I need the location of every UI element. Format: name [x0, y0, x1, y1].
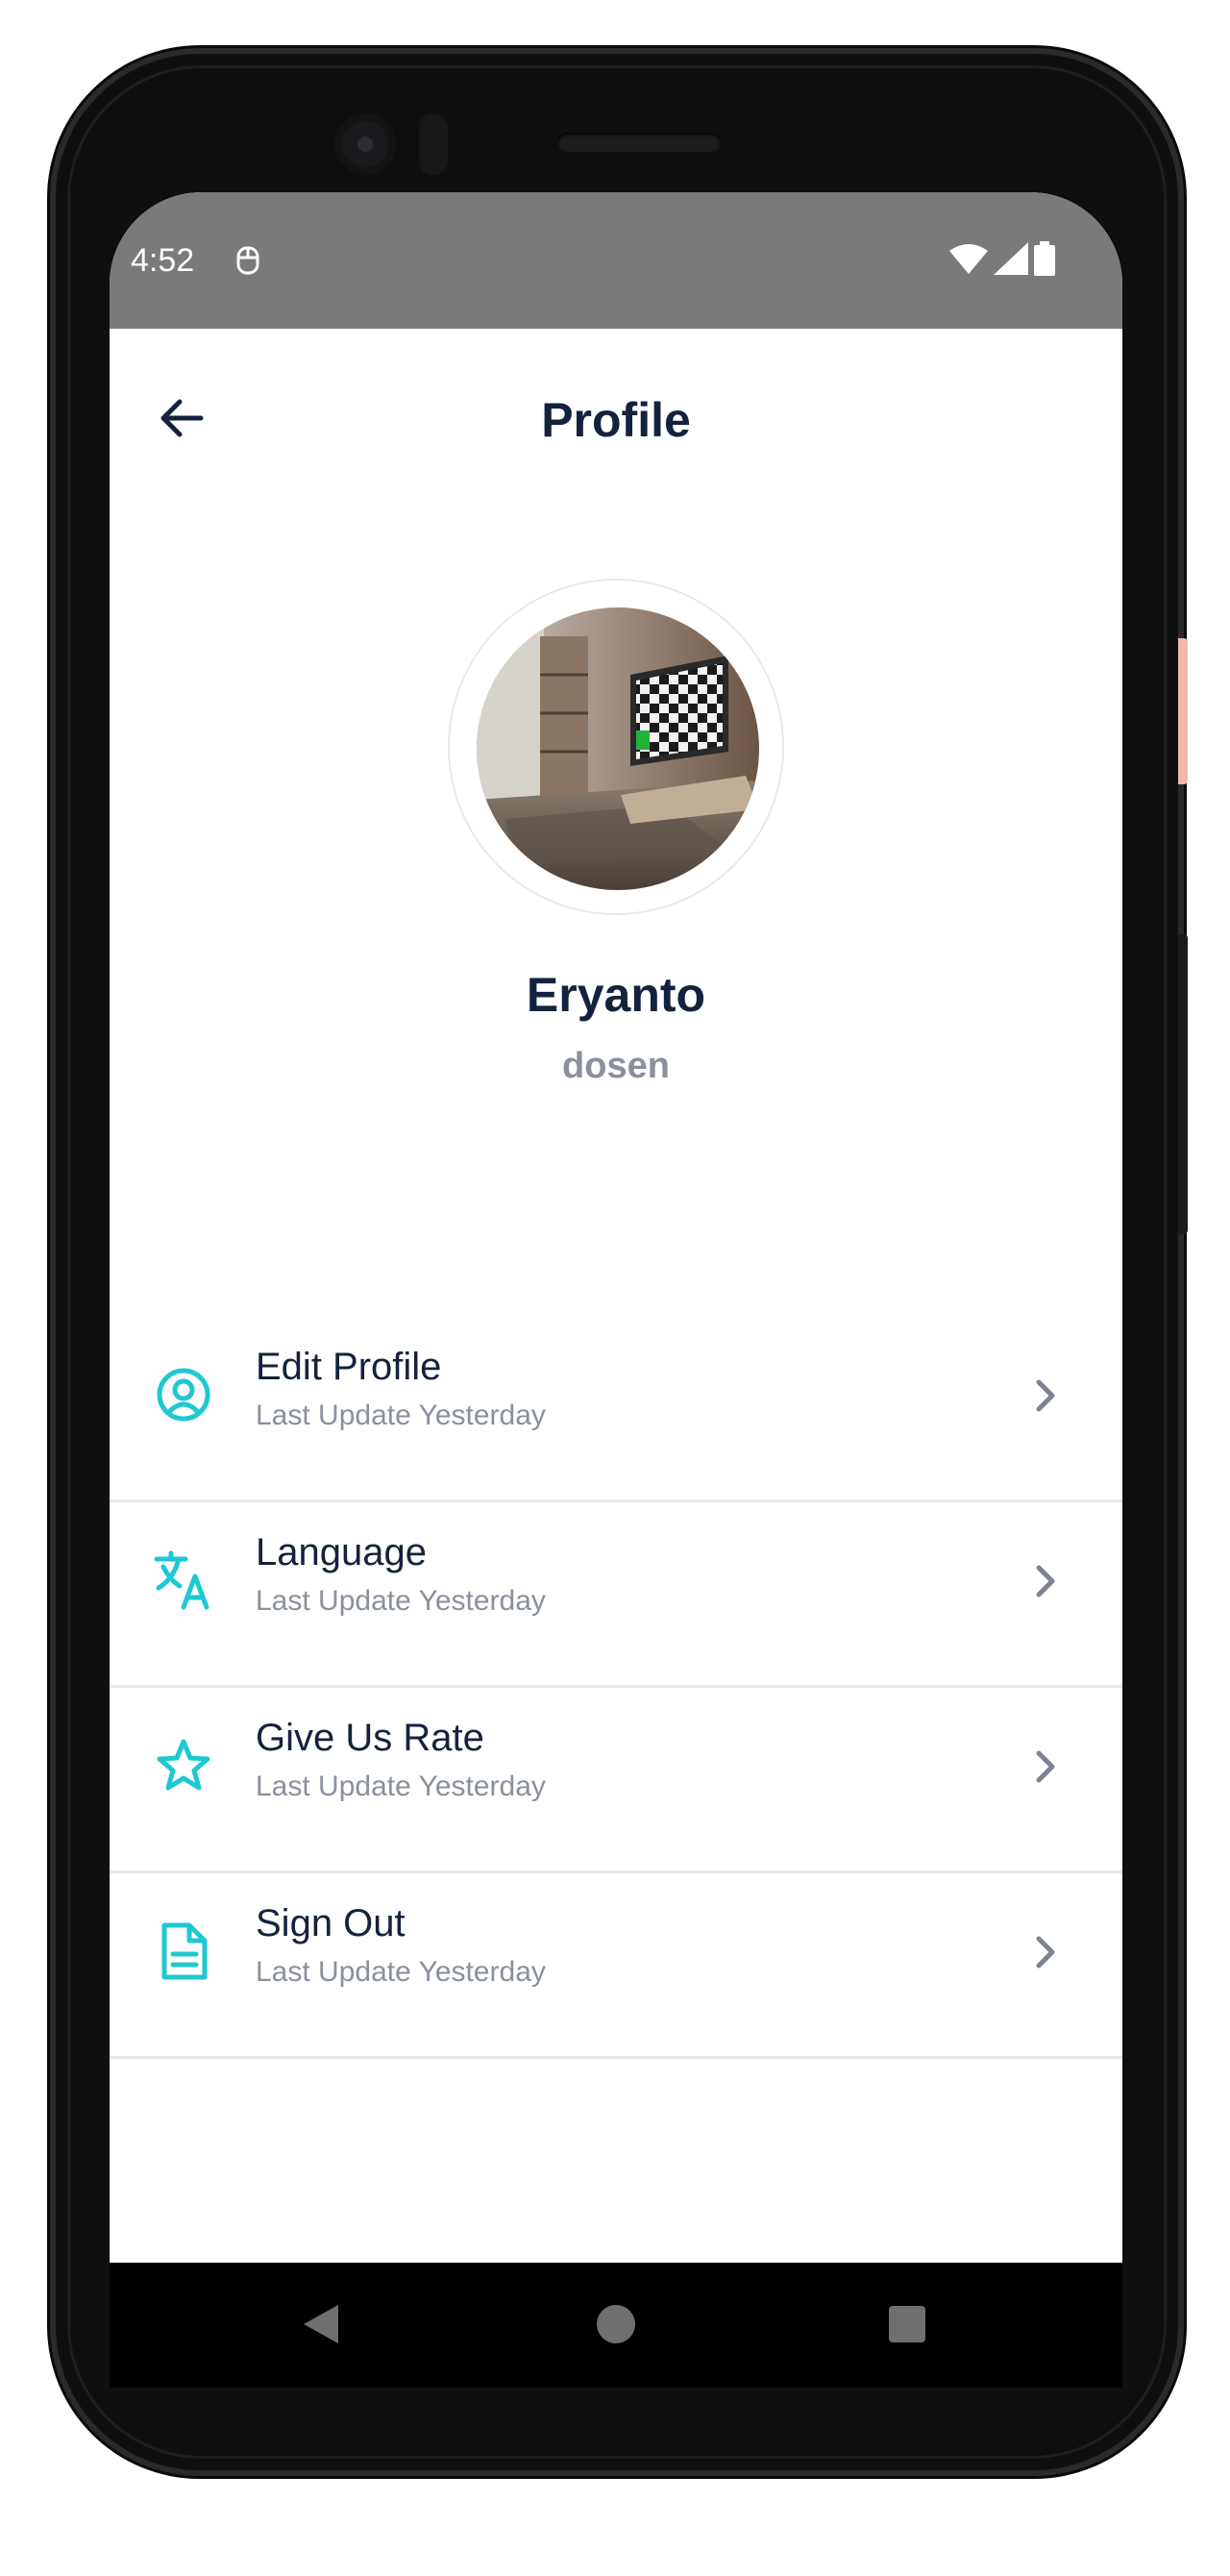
menu-item-label: Give Us Rate — [256, 1717, 484, 1759]
user-name: Eryanto — [526, 968, 706, 1022]
menu-item-label: Sign Out — [256, 1902, 406, 1944]
battery-icon — [1034, 240, 1055, 281]
user-circle-icon — [152, 1363, 215, 1426]
nav-recents-button[interactable] — [878, 2297, 936, 2355]
status-time: 4:52 — [131, 242, 195, 279]
app-bar: Profile — [110, 329, 1122, 502]
star-icon — [152, 1734, 215, 1797]
debug-icon — [233, 244, 263, 277]
nav-home-button[interactable] — [587, 2297, 645, 2355]
menu-item-label: Language — [256, 1531, 427, 1573]
side-volume-button — [1178, 638, 1188, 784]
nav-back-button[interactable] — [292, 2297, 350, 2355]
menu-item-sign-out[interactable]: Sign Out Last Update Yesterday — [110, 1873, 1122, 2059]
chevron-right-icon — [1026, 1933, 1065, 1971]
signal-icon — [994, 241, 1028, 280]
chevron-right-icon — [1026, 1747, 1065, 1786]
menu-item-subtitle: Last Update Yesterday — [256, 1399, 546, 1431]
status-bar: 4:52 — [110, 192, 1122, 329]
app-screen: 4:52 Profile Eryanto dosen Edit Profile … — [110, 192, 1122, 2263]
wifi-icon — [949, 243, 988, 279]
back-triangle-icon — [302, 2303, 340, 2350]
menu-item-subtitle: Last Update Yesterday — [256, 1956, 546, 1988]
user-role: dosen — [562, 1046, 670, 1086]
translate-icon — [152, 1548, 215, 1612]
home-circle-icon — [596, 2304, 636, 2349]
status-icons — [949, 240, 1055, 280]
earpiece-speaker — [557, 133, 721, 152]
system-nav-bar — [110, 2263, 1122, 2388]
menu-item-language[interactable]: Language Last Update Yesterday — [110, 1502, 1122, 1688]
chevron-right-icon — [1026, 1376, 1065, 1415]
menu-item-give-us-rate[interactable]: Give Us Rate Last Update Yesterday — [110, 1688, 1122, 1873]
menu-item-label: Edit Profile — [256, 1346, 442, 1388]
avatar[interactable] — [477, 607, 759, 890]
side-power-button — [1178, 934, 1188, 1234]
document-icon — [152, 1920, 215, 1983]
page-title: Profile — [541, 393, 691, 447]
menu-item-edit-profile[interactable]: Edit Profile Last Update Yesterday — [110, 1317, 1122, 1502]
front-camera — [334, 113, 396, 175]
settings-menu: Edit Profile Last Update Yesterday Langu… — [110, 1317, 1122, 2059]
proximity-sensor — [419, 113, 448, 175]
recents-square-icon — [887, 2304, 927, 2349]
chevron-right-icon — [1026, 1562, 1065, 1600]
avatar-photo — [477, 607, 759, 890]
menu-item-subtitle: Last Update Yesterday — [256, 1585, 546, 1617]
menu-item-subtitle: Last Update Yesterday — [256, 1771, 546, 1802]
avatar-ring — [448, 579, 784, 915]
